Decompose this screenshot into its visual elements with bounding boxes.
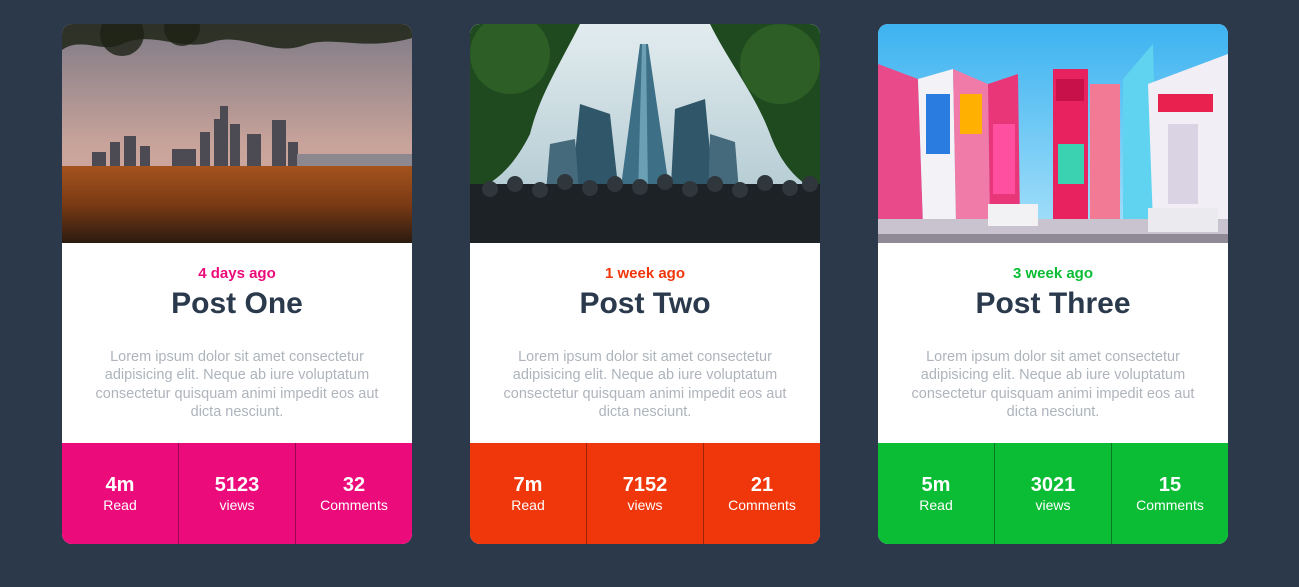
post-description: Lorem ipsum dolor sit amet consectetur a… <box>95 349 379 420</box>
stat-label: Read <box>919 496 953 513</box>
stat-value: 15 <box>1158 473 1182 496</box>
stat-label: views <box>219 496 255 513</box>
stat-value: 3021 <box>1030 473 1076 496</box>
stat-label: Comments <box>728 496 796 513</box>
stat-label: Read <box>103 496 137 513</box>
post-card[interactable]: 1 week ago Post Two Lorem ipsum dolor si… <box>470 24 820 544</box>
stat-value: 21 <box>750 473 774 496</box>
post-date: 3 week ago <box>1012 265 1094 282</box>
post-date: 4 days ago <box>198 265 276 282</box>
stat-value: 5m <box>921 473 951 496</box>
stat-read: 7m Read <box>470 443 586 544</box>
stat-read: 5m Read <box>878 443 994 544</box>
stat-value: 32 <box>342 473 366 496</box>
stat-label: views <box>1035 496 1071 513</box>
post-image-city-skyline <box>62 24 412 243</box>
post-stats: 7m Read 7152 views 21 Comments <box>470 443 820 544</box>
stat-read: 4m Read <box>62 443 178 544</box>
stat-value: 7152 <box>622 473 668 496</box>
stat-comments: 15 Comments <box>1111 443 1228 544</box>
post-title[interactable]: Post Three <box>900 286 1206 322</box>
stat-label: Comments <box>320 496 388 513</box>
stat-label: views <box>627 496 663 513</box>
post-description: Lorem ipsum dolor sit amet consectetur a… <box>503 349 787 420</box>
post-stats: 4m Read 5123 views 32 Comments <box>62 443 412 544</box>
post-cards: 4 days ago Post One Lorem ipsum dolor si… <box>0 0 1299 587</box>
stat-value: 7m <box>513 473 543 496</box>
stat-views: 5123 views <box>178 443 295 544</box>
post-description: Lorem ipsum dolor sit amet consectetur a… <box>911 349 1195 420</box>
stat-label: Read <box>511 496 545 513</box>
post-date: 1 week ago <box>604 265 686 282</box>
stat-label: Comments <box>1136 496 1204 513</box>
post-body: 4 days ago Post One Lorem ipsum dolor si… <box>62 243 412 443</box>
post-title[interactable]: Post Two <box>492 286 798 322</box>
stat-comments: 21 Comments <box>703 443 820 544</box>
post-image-neon-street <box>878 24 1228 243</box>
post-body: 3 week ago Post Three Lorem ipsum dolor … <box>878 243 1228 443</box>
stat-value: 5123 <box>214 473 260 496</box>
stat-views: 3021 views <box>994 443 1111 544</box>
stat-views: 7152 views <box>586 443 703 544</box>
post-card[interactable]: 3 week ago Post Three Lorem ipsum dolor … <box>878 24 1228 544</box>
post-card[interactable]: 4 days ago Post One Lorem ipsum dolor si… <box>62 24 412 544</box>
post-title[interactable]: Post One <box>84 286 390 322</box>
post-stats: 5m Read 3021 views 15 Comments <box>878 443 1228 544</box>
post-body: 1 week ago Post Two Lorem ipsum dolor si… <box>470 243 820 443</box>
stat-comments: 32 Comments <box>295 443 412 544</box>
stat-value: 4m <box>105 473 135 496</box>
post-image-tower-crowd <box>470 24 820 243</box>
